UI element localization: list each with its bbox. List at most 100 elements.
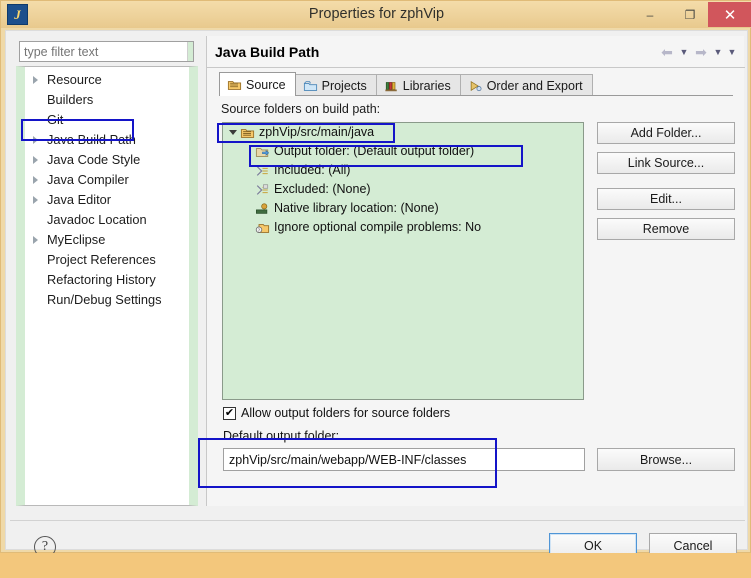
page-title: Java Build Path bbox=[215, 44, 319, 60]
source-folder-icon bbox=[227, 78, 242, 92]
default-output-folder-label: Default output folder: bbox=[223, 429, 339, 443]
allow-output-folders-row[interactable]: ✔ Allow output folders for source folder… bbox=[223, 406, 450, 420]
sidebar-item-java-compiler[interactable]: Java Compiler bbox=[25, 170, 189, 190]
native-library-icon bbox=[255, 202, 270, 216]
button-label: Edit... bbox=[650, 192, 682, 206]
sidebar-item-label: Refactoring History bbox=[47, 272, 156, 287]
clear-filter-icon[interactable] bbox=[187, 42, 193, 61]
chevron-right-icon bbox=[33, 196, 38, 204]
chevron-right-icon bbox=[33, 76, 38, 84]
sidebar-item-java-editor[interactable]: Java Editor bbox=[25, 190, 189, 210]
link-source-button[interactable]: Link Source... bbox=[597, 152, 735, 174]
sidebar-item-label: Git bbox=[47, 112, 63, 127]
add-folder-button[interactable]: Add Folder... bbox=[597, 122, 735, 144]
order-export-icon bbox=[468, 79, 483, 93]
sidebar-item-java-build-path[interactable]: Java Build Path bbox=[25, 130, 189, 150]
sidebar-item-refactoring-history[interactable]: Refactoring History bbox=[25, 270, 189, 290]
button-label: Add Folder... bbox=[631, 126, 702, 140]
browse-button[interactable]: Browse... bbox=[597, 448, 735, 471]
button-label: Link Source... bbox=[628, 156, 704, 170]
tab-label: Projects bbox=[322, 79, 367, 93]
tab-order-and-export[interactable]: Order and Export bbox=[460, 74, 593, 96]
back-arrow-icon[interactable]: ⬅ bbox=[658, 44, 676, 60]
settings-sidebar: Resource Builders Git Java Build Path Ja… bbox=[16, 36, 198, 506]
tree-row-label: Native library location: (None) bbox=[274, 199, 439, 218]
chevron-right-icon bbox=[33, 236, 38, 244]
view-menu-chevron-down-icon[interactable]: ▼ bbox=[726, 44, 738, 60]
tree-row[interactable]: Native library location: (None) bbox=[223, 199, 583, 218]
sidebar-item-label: Java Code Style bbox=[47, 152, 140, 167]
settings-page: Java Build Path ⬅ ▼ ➡ ▼ ▼ Source bbox=[206, 36, 744, 506]
filter-box[interactable] bbox=[19, 41, 194, 62]
compile-problems-icon: ? bbox=[255, 221, 270, 235]
tree-row[interactable]: Output folder: (Default output folder) bbox=[223, 142, 583, 161]
source-folders-label: Source folders on build path: bbox=[221, 102, 380, 116]
tab-label: Libraries bbox=[403, 79, 451, 93]
svg-text:?: ? bbox=[258, 228, 260, 233]
tree-row-label: Ignore optional compile problems: No bbox=[274, 218, 481, 237]
sidebar-item-project-references[interactable]: Project References bbox=[25, 250, 189, 270]
tab-source[interactable]: Source bbox=[219, 72, 296, 96]
button-label: Cancel bbox=[674, 539, 713, 553]
sidebar-item-run-debug-settings[interactable]: Run/Debug Settings bbox=[25, 290, 189, 310]
chevron-right-icon bbox=[33, 176, 38, 184]
sidebar-item-myeclipse[interactable]: MyEclipse bbox=[25, 230, 189, 250]
edit-button[interactable]: Edit... bbox=[597, 188, 735, 210]
close-button[interactable]: ✕ bbox=[708, 2, 751, 27]
tab-label: Order and Export bbox=[487, 79, 583, 93]
minimize-button[interactable]: – bbox=[630, 1, 670, 28]
tree-row-label: Output folder: (Default output folder) bbox=[274, 142, 474, 161]
tab-underline bbox=[219, 95, 733, 96]
sidebar-item-label: Java Compiler bbox=[47, 172, 129, 187]
maximize-button[interactable]: ❐ bbox=[672, 1, 708, 28]
output-folder-icon bbox=[255, 145, 270, 159]
search-input[interactable] bbox=[20, 44, 187, 60]
remove-button[interactable]: Remove bbox=[597, 218, 735, 240]
tree-row[interactable]: zphVip/src/main/java bbox=[223, 123, 583, 142]
tab-projects[interactable]: Projects bbox=[295, 74, 377, 96]
sidebar-item-label: Run/Debug Settings bbox=[47, 292, 162, 307]
dialog-footer: ? OK Cancel bbox=[10, 520, 745, 578]
default-output-folder-input[interactable] bbox=[223, 448, 585, 471]
sidebar-item-label: Builders bbox=[47, 92, 93, 107]
chevron-down-icon[interactable] bbox=[229, 130, 237, 135]
title-separator bbox=[207, 67, 745, 68]
source-folders-tree[interactable]: zphVip/src/main/java Output folder: (Def… bbox=[222, 122, 584, 400]
forward-arrow-icon[interactable]: ➡ bbox=[692, 44, 710, 60]
desktop-strip bbox=[0, 553, 751, 560]
sidebar-item-label: MyEclipse bbox=[47, 232, 105, 247]
sidebar-item-label: Java Build Path bbox=[47, 132, 136, 147]
excluded-icon bbox=[255, 183, 270, 197]
tree-row[interactable]: ? Ignore optional compile problems: No bbox=[223, 218, 583, 237]
sidebar-item-label: Java Editor bbox=[47, 192, 111, 207]
dialog-body: Resource Builders Git Java Build Path Ja… bbox=[5, 30, 748, 550]
tree-row-label: zphVip/src/main/java bbox=[259, 123, 374, 142]
sidebar-item-label: Javadoc Location bbox=[47, 212, 147, 227]
page-nav-controls: ⬅ ▼ ➡ ▼ ▼ bbox=[658, 44, 738, 60]
forward-chevron-down-icon[interactable]: ▼ bbox=[712, 44, 724, 60]
sidebar-item-git[interactable]: Git bbox=[25, 110, 189, 130]
projects-icon bbox=[303, 79, 318, 93]
source-folder-icon bbox=[240, 126, 255, 140]
tab-libraries[interactable]: Libraries bbox=[376, 74, 461, 96]
settings-tree[interactable]: Resource Builders Git Java Build Path Ja… bbox=[16, 66, 198, 506]
properties-dialog-window: J Properties for zphVip – ❐ ✕ Resource B… bbox=[0, 0, 751, 553]
sidebar-item-label: Project References bbox=[47, 252, 156, 267]
allow-output-folders-label: Allow output folders for source folders bbox=[241, 406, 450, 420]
chevron-right-icon bbox=[33, 136, 38, 144]
button-label: Remove bbox=[643, 222, 690, 236]
back-chevron-down-icon[interactable]: ▼ bbox=[678, 44, 690, 60]
tree-row[interactable]: Included: (All) bbox=[223, 161, 583, 180]
libraries-icon bbox=[384, 79, 399, 93]
button-label: Browse... bbox=[640, 453, 692, 467]
tab-label: Source bbox=[246, 78, 286, 92]
sidebar-item-java-code-style[interactable]: Java Code Style bbox=[25, 150, 189, 170]
tree-row[interactable]: Excluded: (None) bbox=[223, 180, 583, 199]
included-icon bbox=[255, 164, 270, 178]
source-tab-content: Source folders on build path: zphVip/src… bbox=[219, 98, 735, 498]
sidebar-item-builders[interactable]: Builders bbox=[25, 90, 189, 110]
sidebar-item-resource[interactable]: Resource bbox=[25, 70, 189, 90]
allow-output-folders-checkbox[interactable]: ✔ bbox=[223, 407, 236, 420]
sidebar-item-javadoc-location[interactable]: Javadoc Location bbox=[25, 210, 189, 230]
sidebar-item-label: Resource bbox=[47, 72, 102, 87]
